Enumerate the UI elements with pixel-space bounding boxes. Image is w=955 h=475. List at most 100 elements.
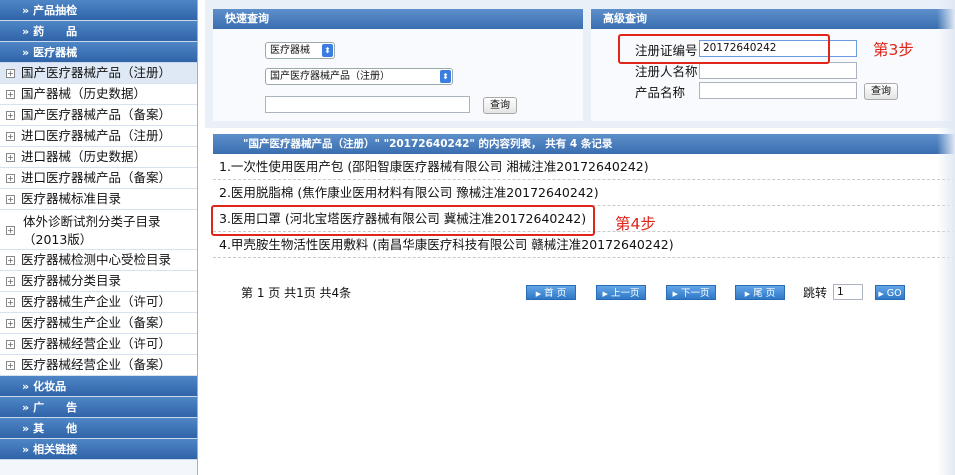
sidebar-item[interactable]: + 国产医疗器械产品（注册） xyxy=(0,63,197,84)
keyword-input[interactable] xyxy=(265,96,470,113)
advanced-search-button[interactable]: 查询 xyxy=(864,83,898,100)
result-row[interactable]: 2.医用脱脂棉 (焦作康业医用材料有限公司 豫械注准20172640242) xyxy=(213,180,955,206)
prev-page-label: 上一页 xyxy=(610,288,640,299)
sidebar-item[interactable]: + 医疗器械标准目录 xyxy=(0,189,197,210)
result-row[interactable]: 1.一次性使用医用产包 (邵阳智康医疗器械有限公司 湘械注准2017264024… xyxy=(213,154,955,180)
sidebar-item[interactable]: + 体外诊断试剂分类子目录（2013版） xyxy=(0,210,197,250)
sidebar-item-label: 医疗器械标准目录 xyxy=(21,191,122,206)
double-chevron-icon: » xyxy=(22,25,30,38)
subcategory-select-value: 国产医疗器械产品（注册） xyxy=(270,71,390,82)
go-label: GO xyxy=(886,288,902,299)
sidebar-category-ad[interactable]: » 广 告 xyxy=(0,397,197,418)
sidebar-item[interactable]: + 进口医疗器械产品（备案） xyxy=(0,168,197,189)
play-icon: ▶ xyxy=(535,290,542,298)
category-select-value: 医疗器械 xyxy=(270,45,310,56)
chevron-updown-icon: ⬍ xyxy=(322,44,333,57)
sidebar-item[interactable]: + 国产医疗器械产品（备案） xyxy=(0,105,197,126)
first-page-label: 首 页 xyxy=(544,288,567,299)
sidebar-item-label: 国产医疗器械产品（备案） xyxy=(21,107,172,122)
double-chevron-icon: » xyxy=(22,401,30,414)
sidebar-item[interactable]: + 医疗器械经营企业（许可） xyxy=(0,334,197,355)
category-label: 相关链接 xyxy=(33,443,78,456)
double-chevron-icon: » xyxy=(22,380,30,393)
double-chevron-icon: » xyxy=(22,422,30,435)
sidebar-item[interactable]: + 医疗器械经营企业（备案） xyxy=(0,355,197,376)
sidebar-category-other[interactable]: » 其 他 xyxy=(0,418,197,439)
expand-icon: + xyxy=(6,256,15,265)
expand-icon: + xyxy=(6,90,15,99)
registrant-input[interactable] xyxy=(699,62,857,79)
double-chevron-icon: » xyxy=(22,443,30,456)
sidebar-item[interactable]: + 进口器械（历史数据） xyxy=(0,147,197,168)
sidebar-item-label: 进口器械（历史数据） xyxy=(21,149,147,164)
product-name-input[interactable] xyxy=(699,82,857,99)
sidebar-item-label: 国产器械（历史数据） xyxy=(21,86,147,101)
sidebar-category-device[interactable]: » 医疗器械 xyxy=(0,42,197,63)
expand-icon: + xyxy=(6,340,15,349)
sidebar-item-label: 体外诊断试剂分类子目录（2013版） xyxy=(23,213,161,247)
expand-icon: + xyxy=(6,132,15,141)
expand-icon: + xyxy=(6,277,15,286)
sidebar-item[interactable]: + 医疗器械生产企业（备案） xyxy=(0,313,197,334)
expand-icon: + xyxy=(6,226,15,235)
sidebar-item-label: 医疗器械经营企业（许可） xyxy=(21,336,172,351)
main-content: 快速查询 医疗器械 ⬍ 国产医疗器械产品（注册） ⬍ 查询 高级查询 注册证编号… xyxy=(205,0,955,475)
expand-icon: + xyxy=(6,319,15,328)
jump-page-input[interactable]: 1 xyxy=(833,284,863,300)
expand-icon: + xyxy=(6,153,15,162)
expand-icon: + xyxy=(6,174,15,183)
scroll-edge xyxy=(937,0,955,475)
expand-icon: + xyxy=(6,361,15,370)
play-icon: ▶ xyxy=(744,290,751,298)
subcategory-select[interactable]: 国产医疗器械产品（注册） ⬍ xyxy=(265,68,453,85)
sidebar-item[interactable]: + 进口医疗器械产品（注册） xyxy=(0,126,197,147)
product-name-label: 产品名称 xyxy=(635,85,686,100)
quick-search-button[interactable]: 查询 xyxy=(483,97,517,114)
double-chevron-icon: » xyxy=(22,4,30,17)
quick-search-title: 快速查询 xyxy=(213,9,583,29)
sidebar-item-label: 医疗器械生产企业（备案） xyxy=(21,315,172,330)
next-page-button[interactable]: ▶ 下一页 xyxy=(666,285,716,300)
step4-label: 第4步 xyxy=(615,215,656,233)
chevron-updown-icon: ⬍ xyxy=(440,70,451,83)
sidebar-item-label: 进口医疗器械产品（备案） xyxy=(21,170,172,185)
expand-icon: + xyxy=(6,111,15,120)
sidebar-item[interactable]: + 医疗器械分类目录 xyxy=(0,271,197,292)
last-page-label: 尾 页 xyxy=(753,288,776,299)
expand-icon: + xyxy=(6,298,15,307)
play-icon: ▶ xyxy=(602,290,608,298)
expand-icon: + xyxy=(6,69,15,78)
category-label: 医疗器械 xyxy=(33,46,78,59)
sidebar-item-label: 国产医疗器械产品（注册） xyxy=(21,65,172,80)
sidebar-category-drug[interactable]: » 药 品 xyxy=(0,21,197,42)
result-header: "国产医疗器械产品（注册）" "20172640242" 的内容列表， 共有 4… xyxy=(213,134,955,154)
sidebar-item-label: 医疗器械分类目录 xyxy=(21,273,122,288)
sidebar-category-product-pick[interactable]: » 产品抽检 xyxy=(0,0,197,21)
next-page-label: 下一页 xyxy=(680,288,710,299)
sidebar-item[interactable]: + 医疗器械生产企业（许可） xyxy=(0,292,197,313)
sidebar-item-label: 医疗器械检测中心受检目录 xyxy=(21,252,172,267)
category-select[interactable]: 医疗器械 ⬍ xyxy=(265,42,335,59)
sidebar-item-label: 进口医疗器械产品（注册） xyxy=(21,128,172,143)
sidebar-item-label: 医疗器械经营企业（备案） xyxy=(21,357,172,372)
pager-info: 第 1 页 共1页 共4条 xyxy=(241,286,352,300)
go-button[interactable]: ▶ GO xyxy=(875,285,905,300)
category-label: 化妆品 xyxy=(33,380,67,393)
last-page-button[interactable]: ▶ 尾 页 xyxy=(735,285,785,300)
category-label: 药 品 xyxy=(33,25,78,38)
quick-search-panel: 医疗器械 ⬍ 国产医疗器械产品（注册） ⬍ 查询 xyxy=(213,29,583,121)
prev-page-button[interactable]: ▶ 上一页 xyxy=(596,285,646,300)
advanced-search-title: 高级查询 xyxy=(591,9,955,29)
expand-icon: + xyxy=(6,195,15,204)
sidebar-item-label: 医疗器械生产企业（许可） xyxy=(21,294,172,309)
sidebar-item[interactable]: + 医疗器械检测中心受检目录 xyxy=(0,250,197,271)
first-page-button[interactable]: ▶ 首 页 xyxy=(526,285,576,300)
category-label: 产品抽检 xyxy=(33,4,78,17)
sidebar-category-links[interactable]: » 相关链接 xyxy=(0,439,197,460)
double-chevron-icon: » xyxy=(22,46,30,59)
sidebar: » 产品抽检 » 药 品 » 医疗器械 + 国产医疗器械产品（注册） + 国产器械（历史数… xyxy=(0,0,198,475)
sidebar-item[interactable]: + 国产器械（历史数据） xyxy=(0,84,197,105)
play-icon: ▶ xyxy=(672,290,678,298)
sidebar-category-cosmetic[interactable]: » 化妆品 xyxy=(0,376,197,397)
jump-label: 跳转 xyxy=(803,286,828,300)
